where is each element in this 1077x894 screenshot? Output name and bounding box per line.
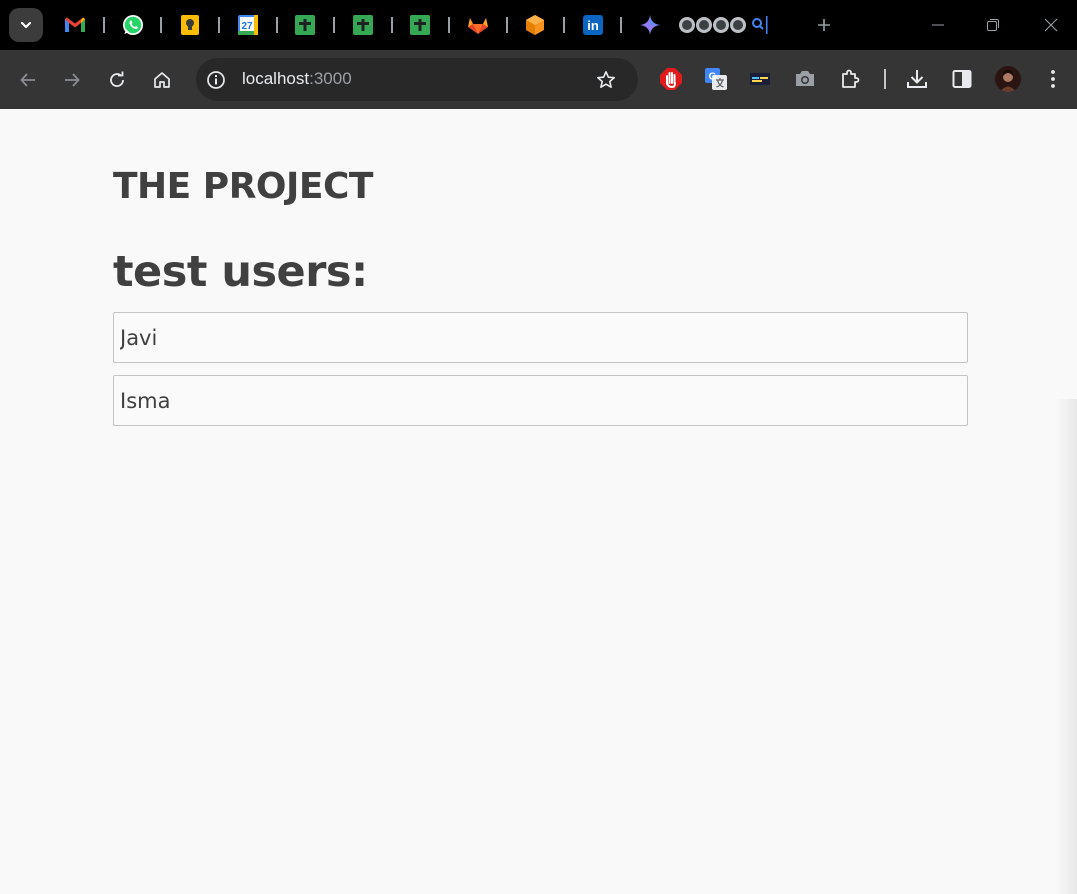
tab-sheets-1[interactable] [293, 13, 317, 37]
users-heading: test users: [113, 247, 368, 297]
avatar-icon [995, 66, 1021, 92]
svg-text:G: G [709, 72, 717, 83]
tab-separator [276, 17, 278, 33]
extension-devtools[interactable] [747, 66, 773, 92]
tab-gitlab[interactable] [466, 13, 490, 37]
page-edge-shadow [1055, 399, 1077, 894]
restore-button[interactable] [978, 10, 1008, 40]
tab-separator [160, 17, 162, 33]
camera-icon [796, 71, 814, 86]
back-button[interactable] [14, 66, 42, 94]
user-field-javi[interactable] [113, 312, 968, 363]
keep-icon [181, 15, 199, 35]
tab-separator [563, 17, 565, 33]
gemini-icon [640, 15, 660, 35]
page-content: THE PROJECT test users: [0, 109, 1077, 894]
tab-separator [506, 17, 508, 33]
tab-search-button[interactable] [9, 8, 43, 42]
whatsapp-icon [123, 15, 143, 35]
extension-translate[interactable]: G [703, 66, 729, 92]
tab-sheets-3[interactable] [408, 13, 432, 37]
restore-icon [987, 19, 999, 31]
bookmark-button[interactable] [594, 68, 618, 92]
stop-hand-icon [660, 68, 682, 90]
tab-separator [333, 17, 335, 33]
browser-menu-button[interactable] [1040, 66, 1066, 92]
tab-group-stacked[interactable] [677, 13, 769, 37]
tab-linkedin[interactable]: in [581, 13, 605, 37]
arrow-left-icon [20, 73, 35, 87]
info-icon [207, 71, 225, 89]
tab-sheets-2[interactable] [351, 13, 375, 37]
tab-separator [103, 17, 105, 33]
browser-chrome: 27 in localhost:3000 G [0, 0, 1077, 109]
url-host: localhost [242, 69, 310, 88]
close-icon [1044, 18, 1058, 32]
tab-gmail[interactable] [63, 13, 87, 37]
chevron-down-icon [20, 21, 32, 29]
tab-gemini[interactable] [638, 13, 662, 37]
linkedin-icon: in [583, 15, 603, 35]
kebab-menu-icon [1051, 70, 1055, 88]
home-button[interactable] [148, 66, 176, 94]
tab-whatsapp[interactable] [121, 13, 145, 37]
extension-screenshot[interactable] [792, 66, 818, 92]
tab-strip: 27 in [0, 0, 1077, 50]
user-list [113, 312, 968, 438]
forward-button[interactable] [58, 66, 86, 94]
tab-calendar[interactable]: 27 [236, 13, 260, 37]
calendar-icon: 27 [238, 15, 258, 35]
minimize-button[interactable] [923, 10, 953, 40]
plus-icon [818, 19, 830, 31]
download-icon [907, 70, 927, 88]
home-icon [154, 72, 170, 88]
gitlab-icon [468, 18, 488, 34]
url-text[interactable]: localhost:3000 [242, 69, 352, 89]
arrow-right-icon [65, 73, 80, 87]
site-info-button[interactable] [205, 69, 227, 91]
gmail-icon [65, 17, 85, 32]
tab-separator [391, 17, 393, 33]
color-bars-icon [750, 73, 770, 85]
reload-button[interactable] [103, 66, 131, 94]
svg-text:27: 27 [241, 21, 253, 32]
user-field-isma[interactable] [113, 375, 968, 426]
sheets-icon [353, 15, 373, 35]
minimize-icon [932, 24, 944, 26]
tab-separator [620, 17, 622, 33]
translate-icon: G [705, 68, 727, 90]
puzzle-icon [842, 69, 860, 88]
extensions-menu-button[interactable] [838, 66, 864, 92]
project-title: THE PROJECT [113, 166, 373, 207]
toolbar-divider [884, 69, 886, 89]
sheets-icon [295, 15, 315, 35]
address-bar[interactable]: localhost:3000 [196, 58, 638, 101]
new-tab-button[interactable] [809, 10, 839, 40]
tab-keep[interactable] [178, 13, 202, 37]
box-icon [526, 15, 544, 35]
globe-icon [679, 16, 768, 34]
tab-separator [218, 17, 220, 33]
close-window-button[interactable] [1036, 10, 1066, 40]
tab-separator [448, 17, 450, 33]
star-icon [597, 71, 615, 88]
url-port: :3000 [309, 69, 352, 88]
extension-adblock[interactable] [658, 66, 684, 92]
downloads-button[interactable] [904, 66, 930, 92]
side-panel-button[interactable] [949, 66, 975, 92]
reload-icon [110, 71, 124, 87]
svg-text:in: in [587, 18, 599, 33]
tab-box[interactable] [523, 13, 547, 37]
profile-avatar[interactable] [995, 66, 1021, 92]
sheets-icon [410, 15, 430, 35]
side-panel-icon [952, 70, 972, 88]
